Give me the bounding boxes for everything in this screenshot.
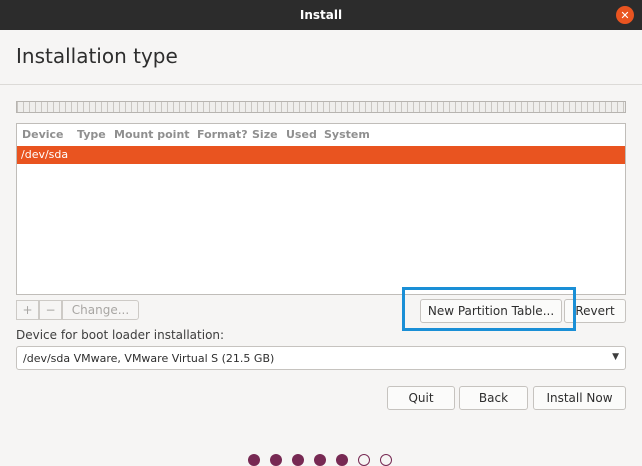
disk-usage-bar bbox=[16, 101, 626, 113]
table-header: Device Type Mount point Format? Size Use… bbox=[17, 124, 625, 145]
device-cell: /dev/sda bbox=[21, 148, 69, 161]
step-dot bbox=[292, 454, 304, 466]
column-device[interactable]: Device bbox=[22, 128, 64, 141]
plus-icon: + bbox=[22, 303, 33, 317]
new-partition-table-button[interactable]: New Partition Table... bbox=[420, 299, 562, 323]
window-title: Install bbox=[299, 8, 343, 22]
page-title: Installation type bbox=[16, 44, 178, 68]
column-size[interactable]: Size bbox=[252, 128, 278, 141]
title-divider bbox=[0, 84, 642, 85]
back-button[interactable]: Back bbox=[459, 386, 528, 410]
add-partition-button[interactable]: + bbox=[16, 300, 39, 320]
quit-button[interactable]: Quit bbox=[387, 386, 455, 410]
column-used[interactable]: Used bbox=[286, 128, 317, 141]
install-now-button[interactable]: Install Now bbox=[533, 386, 626, 410]
column-type[interactable]: Type bbox=[77, 128, 106, 141]
boot-loader-select[interactable]: /dev/sda VMware, VMware Virtual S (21.5 … bbox=[16, 346, 626, 370]
column-format[interactable]: Format? bbox=[197, 128, 248, 141]
revert-button[interactable]: Revert bbox=[564, 299, 626, 323]
step-dot bbox=[248, 454, 260, 466]
table-row[interactable]: /dev/sda bbox=[17, 146, 625, 164]
partition-table[interactable]: Device Type Mount point Format? Size Use… bbox=[16, 123, 626, 295]
title-bar: Install ✕ bbox=[0, 0, 642, 30]
minus-icon: − bbox=[45, 303, 56, 317]
step-dot bbox=[358, 454, 370, 466]
step-dot bbox=[314, 454, 326, 466]
boot-loader-selected-value: /dev/sda VMware, VMware Virtual S (21.5 … bbox=[23, 352, 275, 365]
close-button[interactable]: ✕ bbox=[616, 6, 634, 24]
column-mount-point[interactable]: Mount point bbox=[114, 128, 190, 141]
column-system[interactable]: System bbox=[324, 128, 370, 141]
dropdown-arrow-icon: ▼ bbox=[612, 352, 619, 362]
change-button[interactable]: Change... bbox=[62, 300, 139, 320]
step-dot bbox=[336, 454, 348, 466]
remove-partition-button[interactable]: − bbox=[39, 300, 62, 320]
boot-loader-label: Device for boot loader installation: bbox=[16, 328, 225, 342]
step-progress-dots bbox=[248, 454, 392, 466]
step-dot bbox=[270, 454, 282, 466]
close-icon: ✕ bbox=[620, 8, 630, 22]
step-dot bbox=[380, 454, 392, 466]
